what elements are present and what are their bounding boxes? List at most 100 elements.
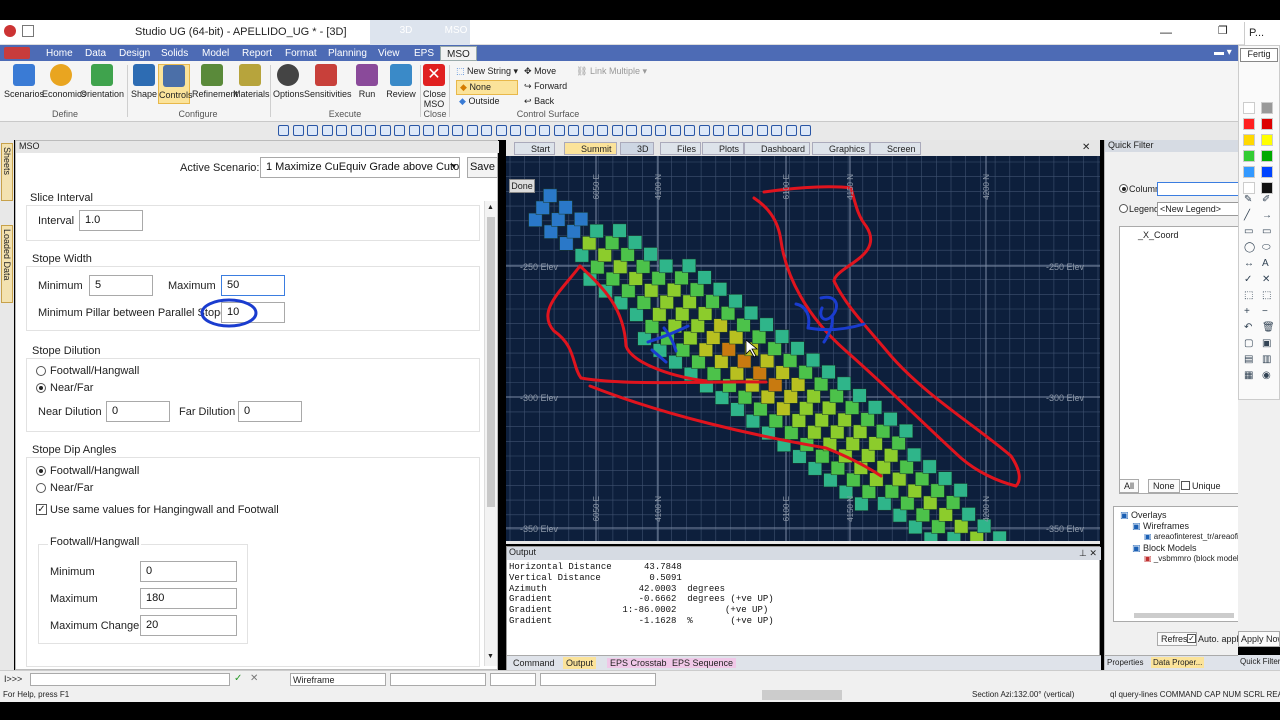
view-tool-icon[interactable] bbox=[437, 125, 449, 136]
panel-scrollbar[interactable]: ▲ ▼ bbox=[484, 201, 497, 666]
back-button[interactable]: ↩ Back bbox=[524, 96, 554, 107]
tab-solids[interactable]: Solids bbox=[155, 46, 194, 61]
legend-select[interactable]: <New Legend> bbox=[1157, 202, 1239, 216]
view-tool-icon[interactable] bbox=[379, 125, 391, 136]
field-select[interactable] bbox=[390, 673, 486, 686]
view-tool-icon[interactable] bbox=[524, 125, 536, 136]
tab-model[interactable]: Model bbox=[196, 46, 235, 61]
outside-option[interactable]: ◆ Outside bbox=[459, 96, 499, 107]
interval-input[interactable]: 1.0 bbox=[79, 210, 143, 231]
view-tool-icon[interactable] bbox=[611, 125, 623, 136]
column-list-item[interactable]: _X_Coord bbox=[1138, 230, 1179, 240]
draw-tool-icon[interactable]: ▢ bbox=[1244, 338, 1253, 349]
column-list[interactable]: _X_Coord bbox=[1119, 226, 1239, 494]
draw-tool-icon[interactable]: ⬭ bbox=[1262, 242, 1271, 253]
draw-tool-icon[interactable]: A bbox=[1262, 258, 1269, 269]
dip-min-input[interactable]: 0 bbox=[140, 561, 237, 582]
draw-tool-icon[interactable]: ↔ bbox=[1244, 258, 1254, 269]
move-button[interactable]: ✥ Move bbox=[524, 66, 556, 77]
scenarios-button[interactable]: Scenarios bbox=[4, 64, 44, 99]
color-swatch[interactable] bbox=[1243, 150, 1255, 162]
tree-wireframes[interactable]: ▣ Wireframes bbox=[1132, 521, 1189, 532]
view-tool-icon[interactable] bbox=[423, 125, 434, 136]
tab-quick-filter[interactable]: Quick Filter bbox=[1238, 655, 1280, 670]
layer-select[interactable]: Wireframe bbox=[290, 673, 386, 686]
unique-checkbox[interactable] bbox=[1181, 481, 1190, 490]
filter-select[interactable] bbox=[540, 673, 656, 686]
color-swatch[interactable] bbox=[1261, 102, 1273, 114]
view-tool-icon[interactable] bbox=[336, 125, 347, 136]
tab-data-properties[interactable]: Data Proper... bbox=[1151, 657, 1205, 668]
tab-report[interactable]: Report bbox=[236, 46, 278, 61]
view-tool-icon[interactable] bbox=[452, 125, 463, 136]
near-dilution-input[interactable]: 0 bbox=[106, 401, 170, 422]
view-tool-icon[interactable] bbox=[655, 125, 666, 136]
draw-tool-icon[interactable]: ▦ bbox=[1244, 370, 1253, 381]
view-tab-start[interactable]: Start bbox=[514, 142, 556, 155]
view-tool-icon[interactable] bbox=[365, 125, 376, 136]
width-max-input[interactable]: 50 bbox=[221, 275, 285, 296]
view-tool-icon[interactable] bbox=[510, 125, 521, 136]
view-tool-icon[interactable] bbox=[698, 125, 710, 136]
tab-home[interactable]: Home bbox=[40, 46, 79, 61]
tab-format[interactable]: Format bbox=[279, 46, 323, 61]
dilution-nearfar-radio[interactable] bbox=[36, 383, 46, 393]
economics-button[interactable]: Economics bbox=[42, 64, 86, 99]
color-swatch[interactable] bbox=[1261, 182, 1273, 194]
draw-tool-icon[interactable]: ╱ bbox=[1244, 210, 1250, 221]
same-values-checkbox[interactable]: ✓ bbox=[36, 504, 47, 515]
run-button[interactable]: Run bbox=[354, 64, 380, 99]
draw-tool-icon[interactable]: ↶ bbox=[1244, 322, 1252, 333]
draw-tool-icon[interactable]: ▭ bbox=[1244, 226, 1253, 237]
draw-tool-icon[interactable]: ⬚ bbox=[1262, 290, 1271, 301]
accept-icon[interactable]: ✓ bbox=[234, 673, 242, 684]
auto-apply-checkbox[interactable]: ✓ bbox=[1187, 634, 1196, 643]
tree-scrollbar[interactable] bbox=[1134, 613, 1234, 618]
view-tool-icon[interactable] bbox=[466, 125, 478, 136]
tab-mso[interactable]: MSO bbox=[440, 46, 477, 61]
fertig-button[interactable]: Fertig bbox=[1240, 48, 1278, 62]
view-tool-icon[interactable] bbox=[568, 125, 579, 136]
dip-maxchg-input[interactable]: 20 bbox=[140, 615, 237, 636]
tab-view[interactable]: View bbox=[372, 46, 406, 61]
review-button[interactable]: Review bbox=[386, 64, 416, 99]
context-tab-mso[interactable]: MSO bbox=[442, 20, 470, 45]
scroll-up-icon[interactable]: ▲ bbox=[487, 204, 494, 211]
legend-radio[interactable] bbox=[1119, 204, 1128, 213]
output-tab-output[interactable]: Output bbox=[563, 657, 597, 669]
view-tool-icon[interactable] bbox=[350, 125, 362, 136]
view-tool-icon[interactable] bbox=[742, 125, 753, 136]
color-swatch[interactable] bbox=[1261, 166, 1273, 178]
controls-button[interactable]: Controls bbox=[158, 64, 193, 104]
view-tool-icon[interactable] bbox=[597, 125, 608, 136]
tree-overlays[interactable]: ▣ Overlays bbox=[1120, 510, 1167, 521]
view-tool-icon[interactable] bbox=[771, 125, 782, 136]
view-tool-icon[interactable] bbox=[481, 125, 492, 136]
view-tool-icon[interactable] bbox=[307, 125, 318, 136]
tab-properties[interactable]: Properties bbox=[1107, 658, 1143, 667]
tree-block-model-item[interactable]: ▣ _vsbmmro (block model) bbox=[1144, 554, 1241, 563]
color-swatch[interactable] bbox=[1261, 150, 1273, 162]
draw-tool-icon[interactable]: + bbox=[1244, 306, 1250, 317]
dip-max-input[interactable]: 180 bbox=[140, 588, 237, 609]
view-tab-3d[interactable]: 3D bbox=[620, 142, 654, 155]
view-tool-icon[interactable] bbox=[394, 125, 405, 136]
sheets-tab[interactable]: Sheets bbox=[1, 143, 13, 201]
draw-tool-icon[interactable]: − bbox=[1262, 306, 1268, 317]
view-tab-graphics[interactable]: Graphics bbox=[812, 142, 871, 155]
all-button[interactable]: All bbox=[1119, 479, 1140, 493]
none-option[interactable]: ◆ None bbox=[456, 80, 518, 95]
apply-now-button[interactable]: Apply Now bbox=[1238, 631, 1280, 647]
draw-tool-icon[interactable]: 🗑 bbox=[1262, 322, 1275, 333]
view-tool-icon[interactable] bbox=[669, 125, 681, 136]
draw-tool-icon[interactable]: ◯ bbox=[1244, 242, 1255, 253]
app-menu-button[interactable] bbox=[4, 47, 30, 59]
output-tab-eps-sequence[interactable]: EPS Sequence bbox=[669, 658, 737, 668]
link-multiple-button[interactable]: ⛓ Link Multiple ▾ bbox=[576, 66, 647, 77]
width-min-input[interactable]: 5 bbox=[89, 275, 153, 296]
view-tool-icon[interactable] bbox=[278, 125, 289, 136]
draw-tool-icon[interactable]: ✎ bbox=[1244, 194, 1252, 205]
view-tool-icon[interactable] bbox=[626, 125, 637, 136]
view-tool-icon[interactable] bbox=[495, 125, 507, 136]
save-button[interactable]: Save bbox=[467, 157, 498, 178]
